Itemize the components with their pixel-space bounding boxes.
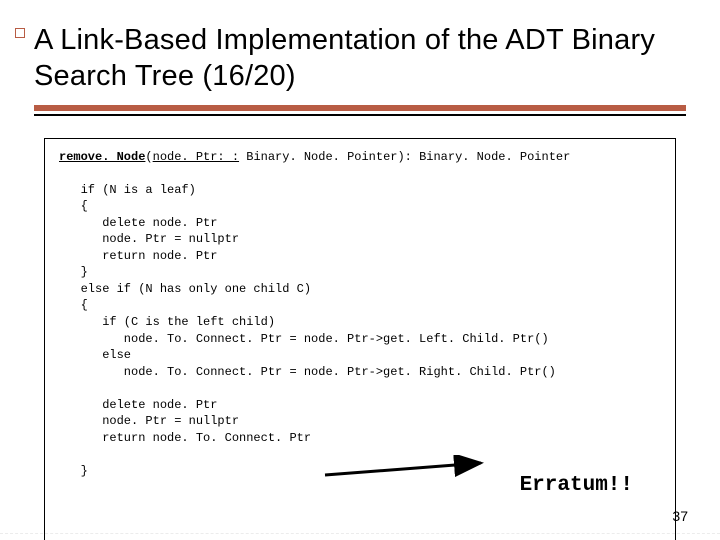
code-line: return node. Ptr — [59, 249, 217, 263]
code-line: } — [59, 265, 88, 279]
code-box: remove. Node(node. Ptr: : Binary. Node. … — [44, 138, 676, 540]
code-line: node. Ptr = nullptr — [59, 414, 239, 428]
slide: A Link-Based Implementation of the ADT B… — [0, 0, 720, 540]
code-line: else if (N has only one child C) — [59, 282, 311, 296]
rule-thick — [34, 105, 686, 111]
code-line: return node. To. Connect. Ptr — [59, 431, 311, 445]
code-line: delete node. Ptr — [59, 216, 217, 230]
footer-divider — [0, 533, 720, 534]
code-line: if (C is the left child) — [59, 315, 275, 329]
code-line: } — [59, 464, 88, 478]
code-line: delete node. Ptr — [59, 398, 217, 412]
code-line: node. Ptr = nullptr — [59, 232, 239, 246]
slide-title: A Link-Based Implementation of the ADT B… — [34, 22, 686, 95]
code-line: { — [59, 199, 88, 213]
sig-arg: node. Ptr: : — [153, 150, 239, 164]
code-line: else — [59, 348, 131, 362]
code-line: if (N is a leaf) — [59, 183, 196, 197]
title-block: A Link-Based Implementation of the ADT B… — [34, 22, 686, 95]
rule-thin — [34, 114, 686, 116]
erratum-label: Erratum!! — [520, 472, 633, 501]
code-line: { — [59, 298, 88, 312]
code-line: node. To. Connect. Ptr = node. Ptr->get.… — [59, 365, 556, 379]
title-rule — [34, 105, 686, 116]
page-number: 37 — [672, 508, 688, 524]
arrow-icon — [321, 455, 491, 485]
title-bullet-icon — [15, 28, 25, 38]
sig-rest: Binary. Node. Pointer): Binary. Node. Po… — [239, 150, 570, 164]
code-line: node. To. Connect. Ptr = node. Ptr->get.… — [59, 332, 549, 346]
sig-name: remove. Node — [59, 150, 145, 164]
